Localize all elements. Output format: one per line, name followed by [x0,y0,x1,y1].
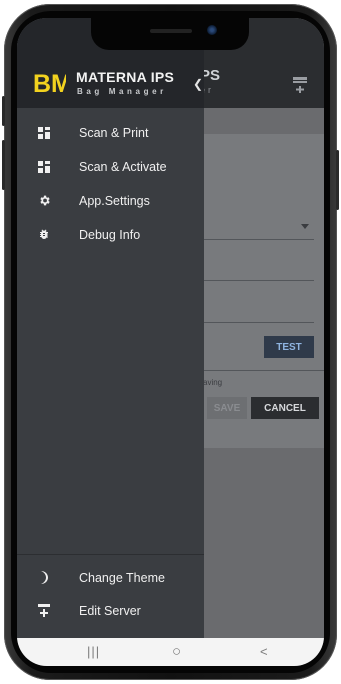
brand-title: MATERNA IPS [76,69,175,85]
menu-item-label: Debug Info [79,227,141,242]
notch [91,18,249,50]
field-underline [204,322,314,323]
volume-button [2,140,5,190]
server-icon [37,604,51,618]
moon-icon [37,571,51,585]
logo-text: BM [33,70,66,94]
menu-item-label: Edit Server [79,603,141,618]
menu-item-label: App.Settings [79,193,150,208]
chevron-left-icon[interactable]: ❮ [193,78,203,90]
bug-icon [37,228,51,242]
home-button[interactable]: ○ [172,643,181,661]
menu-item-debug-info[interactable]: Debug Info [17,218,204,251]
dropdown-arrow-icon[interactable] [301,224,309,229]
menu-item-change-theme[interactable]: Change Theme [17,561,204,594]
recents-button[interactable]: ||| [87,643,100,661]
menu-item-label: Scan & Activate [79,159,167,174]
test-button[interactable]: TEST [264,336,314,358]
screen: PS er TEST aving SAVE CANCEL BM MATERNA … [17,18,324,666]
divider [204,370,324,371]
camera-icon [207,25,217,35]
cancel-button[interactable]: CANCEL [251,397,319,419]
grid-icon [37,126,51,140]
menu-item-edit-server[interactable]: Edit Server [17,594,204,627]
volume-button [2,96,5,126]
bm-logo: BM [33,70,66,94]
drawer-divider [17,554,204,555]
field-underline [204,280,314,281]
navigation-drawer: BM MATERNA IPS Bag Manager ❮ Scan & Prin… [17,18,204,638]
menu-item-label: Scan & Print [79,125,149,140]
brand-subtitle: Bag Manager [77,87,167,96]
save-button[interactable]: SAVE [207,397,247,419]
hint-text: aving [203,378,223,387]
field-underline [204,239,314,240]
server-icon[interactable] [293,75,307,93]
grid-icon [37,160,51,174]
menu-item-label: Change Theme [79,570,165,585]
menu-item-app-settings[interactable]: App.Settings [17,184,204,217]
back-button[interactable]: < [260,643,268,661]
system-navbar: ||| ○ < [17,638,324,666]
power-button [336,150,339,210]
gear-icon [37,194,51,208]
speaker [150,29,192,33]
menu-item-scan-activate[interactable]: Scan & Activate [17,150,204,183]
menu-item-scan-print[interactable]: Scan & Print [17,116,204,149]
